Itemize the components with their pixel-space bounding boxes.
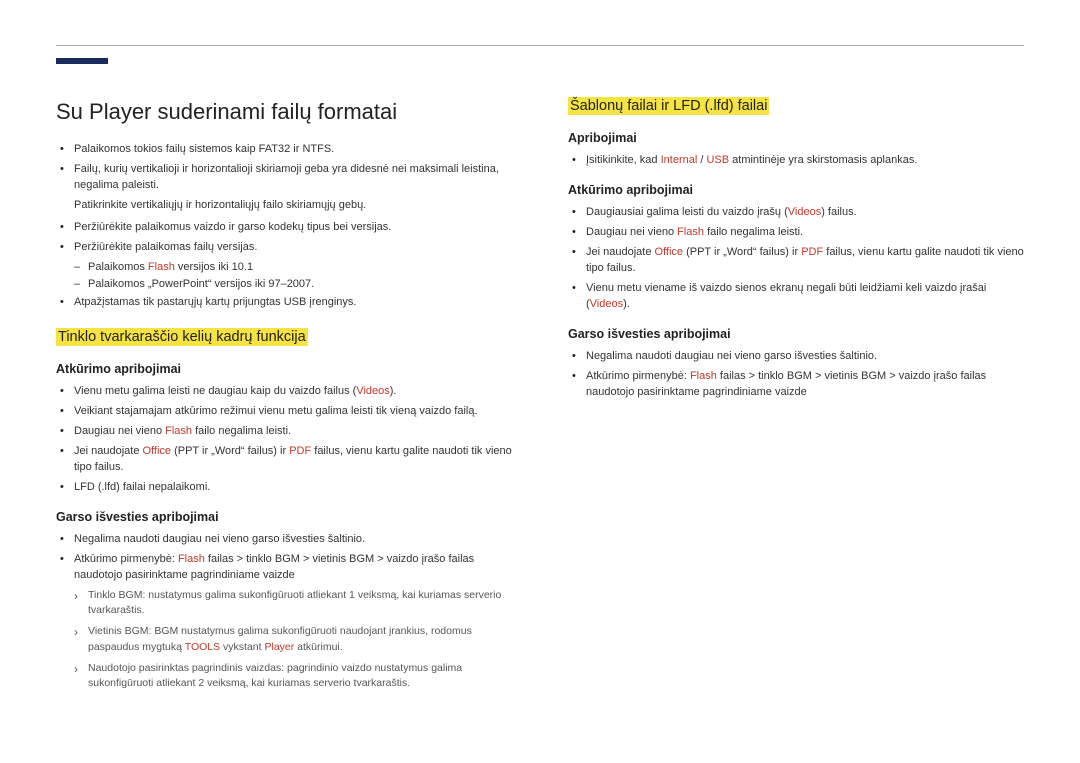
text-red: Videos: [590, 298, 623, 310]
text-red: Flash: [690, 370, 717, 382]
audio-bullets: Negalima naudoti daugiau nei vieno garso…: [56, 532, 512, 584]
subheading: Atkūrimo apribojimai: [568, 181, 1024, 199]
text: Įsitikinkite, kad: [586, 154, 661, 166]
list-item: Vienu metu galima leisti ne daugiau kaip…: [56, 384, 512, 400]
list-item: Vietinis BGM: BGM nustatymus galima suko…: [74, 624, 512, 654]
subheading: Garso išvesties apribojimai: [568, 325, 1024, 343]
text-red: Videos: [788, 206, 821, 218]
text: atmintinėje yra skirstomasis aplankas.: [729, 154, 917, 166]
list-item: Atpažįstamas tik pastarųjų kartų prijung…: [56, 295, 512, 311]
subheading: Apribojimai: [568, 129, 1024, 147]
text: Daugiau nei vieno: [74, 425, 165, 437]
text-red: Flash: [148, 261, 175, 273]
text-red: Videos: [356, 385, 389, 397]
list-item: Palaikomos Flash versijos iki 10.1: [74, 260, 512, 276]
text: Jei naudojate: [586, 246, 655, 258]
list-item: Palaikomos „PowerPoint“ versijos iki 97–…: [74, 277, 512, 293]
text: ) failus.: [821, 206, 856, 218]
dash-list: Palaikomos Flash versijos iki 10.1 Palai…: [56, 260, 512, 294]
text-red: Flash: [178, 553, 205, 565]
list-item: Daugiau nei vieno Flash failo negalima l…: [56, 424, 512, 440]
list-item: Daugiausiai galima leisti du vaizdo įraš…: [568, 205, 1024, 221]
list-item: Atkūrimo pirmenybė: Flash failas > tinkl…: [56, 552, 512, 584]
subheading: Garso išvesties apribojimai: [56, 508, 512, 526]
text-red: USB: [706, 154, 729, 166]
text: Atkūrimo pirmenybė:: [586, 370, 690, 382]
text: Daugiausiai galima leisti du vaizdo įraš…: [586, 206, 788, 218]
content-columns: Su Player suderinami failų formatai Pala…: [56, 96, 1024, 697]
subheading: Atkūrimo apribojimai: [56, 360, 512, 378]
text: (PPT ir „Word“ failus) ir: [171, 445, 289, 457]
list-item: LFD (.lfd) failai nepalaikomi.: [56, 480, 512, 496]
section-title-wrap: Šablonų failai ir LFD (.lfd) failai: [568, 96, 1024, 117]
list-item: Negalima naudoti daugiau nei vieno garso…: [56, 532, 512, 548]
intro-bullets-2: Peržiūrėkite palaikomus vaizdo ir garso …: [56, 220, 512, 256]
play-bullets: Vienu metu galima leisti ne daugiau kaip…: [56, 384, 512, 496]
text: Jei naudojate: [74, 445, 143, 457]
text-red: PDF: [289, 445, 311, 457]
left-column: Su Player suderinami failų formatai Pala…: [56, 96, 512, 697]
text: Daugiau nei vieno: [586, 226, 677, 238]
list-item: Vienu metu viename iš vaizdo sienos ekra…: [568, 281, 1024, 313]
list-item: Veikiant stajamajam atkūrimo režimui vie…: [56, 404, 512, 420]
text: Atkūrimo pirmenybė:: [74, 553, 178, 565]
section-title: Šablonų failai ir LFD (.lfd) failai: [568, 97, 769, 115]
list-item: Peržiūrėkite palaikomus vaizdo ir garso …: [56, 220, 512, 236]
arrow-list: Tinklo BGM: nustatymus galima sukonfigūr…: [56, 588, 512, 691]
list-item: Palaikomos tokios failų sistemos kaip FA…: [56, 142, 512, 158]
text: Vienu metu viename iš vaizdo sienos ekra…: [586, 282, 986, 310]
list-item: Jei naudojate Office (PPT ir „Word“ fail…: [568, 245, 1024, 277]
top-rule: [56, 45, 1024, 46]
list-item: Daugiau nei vieno Flash failo negalima l…: [568, 225, 1024, 241]
text-red: Office: [655, 246, 684, 258]
text: ).: [623, 298, 630, 310]
intro-indent: Patikrinkite vertikaliųjų ir horizontali…: [56, 198, 512, 214]
play-bullets: Daugiausiai galima leisti du vaizdo įraš…: [568, 205, 1024, 313]
text-red: Flash: [165, 425, 192, 437]
text: versijos iki 10.1: [175, 261, 253, 273]
section-title: Tinklo tvarkaraščio kelių kadrų funkcija: [56, 328, 308, 346]
text: atkūrimui.: [294, 641, 342, 653]
text: vykstant: [220, 641, 264, 653]
text: Palaikomos: [88, 261, 148, 273]
intro-bullets: Palaikomos tokios failų sistemos kaip FA…: [56, 142, 512, 194]
list-item: Peržiūrėkite palaikomas failų versijas.: [56, 240, 512, 256]
text: failo negalima leisti.: [704, 226, 803, 238]
text-red: Flash: [677, 226, 704, 238]
text: Vienu metu galima leisti ne daugiau kaip…: [74, 385, 356, 397]
text-red: Internal: [661, 154, 698, 166]
list-item: Negalima naudoti daugiau nei vieno garso…: [568, 349, 1024, 365]
audio-bullets: Negalima naudoti daugiau nei vieno garso…: [568, 349, 1024, 401]
text: ).: [390, 385, 397, 397]
text-red: Office: [143, 445, 172, 457]
list-item: Failų, kurių vertikalioji ir horizontali…: [56, 162, 512, 194]
section-title-wrap: Tinklo tvarkaraščio kelių kadrų funkcija: [56, 327, 512, 348]
right-column: Šablonų failai ir LFD (.lfd) failai Apri…: [568, 96, 1024, 697]
list-item: Jei naudojate Office (PPT ir „Word“ fail…: [56, 444, 512, 476]
text: failo negalima leisti.: [192, 425, 291, 437]
list-item: Tinklo BGM: nustatymus galima sukonfigūr…: [74, 588, 512, 618]
list-item: Naudotojo pasirinktas pagrindinis vaizda…: [74, 661, 512, 691]
text-red: PDF: [801, 246, 823, 258]
restrict-bullets: Įsitikinkite, kad Internal / USB atminti…: [568, 153, 1024, 169]
text-red: TOOLS: [185, 641, 220, 653]
intro-bullets-3: Atpažįstamas tik pastarųjų kartų prijung…: [56, 295, 512, 311]
accent-bar: [56, 58, 108, 64]
page-title: Su Player suderinami failų formatai: [56, 96, 512, 128]
list-item: Įsitikinkite, kad Internal / USB atminti…: [568, 153, 1024, 169]
text: (PPT ir „Word“ failus) ir: [683, 246, 801, 258]
list-item: Atkūrimo pirmenybė: Flash failas > tinkl…: [568, 369, 1024, 401]
text-red: Player: [264, 641, 294, 653]
